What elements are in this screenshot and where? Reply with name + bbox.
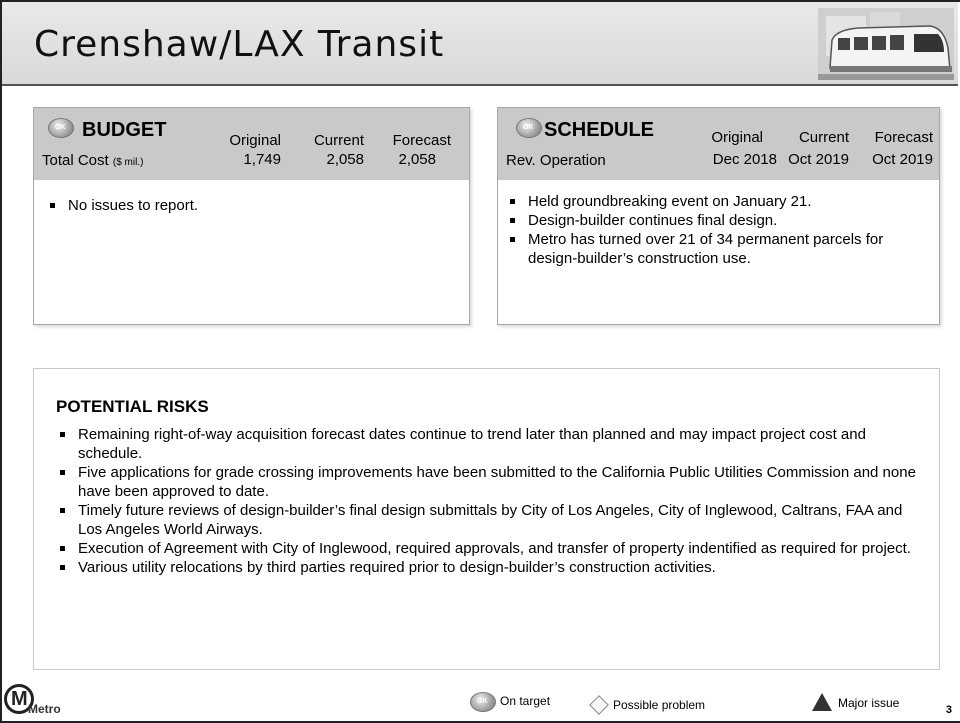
schedule-header: SCHEDULE Rev. Operation Original Current…: [498, 108, 939, 180]
budget-col-current: Current: [313, 132, 364, 149]
list-item: Five applications for grade crossing imp…: [56, 463, 916, 501]
metro-logo-text: Metro: [28, 702, 61, 716]
page-number: 3: [945, 704, 952, 716]
list-item: Remaining right-of-way acquisition forec…: [56, 425, 916, 463]
ok-status-icon: [516, 118, 542, 138]
schedule-panel: SCHEDULE Rev. Operation Original Current…: [497, 107, 940, 325]
list-item: Various utility relocations by third par…: [56, 558, 916, 577]
legend-on-target: On target: [500, 694, 551, 708]
legend-major-issue: Major issue: [838, 696, 900, 710]
budget-header: BUDGET Total Cost ($ mil.) Original Curr…: [34, 108, 469, 180]
budget-panel: BUDGET Total Cost ($ mil.) Original Curr…: [33, 107, 470, 325]
train-image: [818, 8, 954, 80]
major-issue-icon: [812, 693, 832, 711]
title-bar: Crenshaw/LAX Transit: [2, 2, 958, 86]
budget-row-label: Total Cost ($ mil.): [42, 152, 144, 169]
list-item: Held groundbreaking event on January 21.: [506, 192, 934, 211]
budget-val-original: 1,749: [243, 151, 281, 168]
budget-val-current: 2,058: [326, 151, 364, 168]
page-title: Crenshaw/LAX Transit: [34, 24, 445, 65]
list-item: Timely future reviews of design-builder’…: [56, 501, 916, 539]
risks-heading: POTENTIAL RISKS: [56, 397, 209, 416]
footer: M Metro On target Possible problem Major…: [0, 680, 960, 723]
list-item: Execution of Agreement with City of Ingl…: [56, 539, 916, 558]
schedule-col-current: Current: [798, 129, 849, 146]
on-target-icon: [470, 692, 496, 712]
possible-problem-icon: [589, 695, 609, 715]
legend-possible-problem: Possible problem: [613, 698, 706, 712]
list-item: Design-builder continues final design.: [506, 211, 934, 230]
schedule-val-original: Dec 2018: [712, 151, 777, 168]
budget-col-forecast: Forecast: [392, 132, 451, 149]
list-item: Metro has turned over 21 of 34 permanent…: [506, 230, 934, 268]
budget-col-original: Original: [229, 132, 281, 149]
schedule-bullets: Held groundbreaking event on January 21.…: [506, 192, 934, 268]
schedule-row-label: Rev. Operation: [506, 152, 606, 169]
budget-heading: BUDGET: [82, 119, 167, 141]
schedule-heading: SCHEDULE: [544, 119, 655, 141]
schedule-col-forecast: Forecast: [874, 129, 933, 146]
ok-status-icon: [48, 118, 74, 138]
list-item: No issues to report.: [46, 196, 456, 215]
risks-bullets: Remaining right-of-way acquisition forec…: [56, 425, 916, 577]
risks-panel: POTENTIAL RISKS Remaining right-of-way a…: [33, 368, 940, 670]
budget-bullets: No issues to report.: [46, 196, 456, 215]
schedule-val-current: Oct 2019: [788, 151, 849, 168]
schedule-col-original: Original: [711, 129, 763, 146]
budget-val-forecast: 2,058: [398, 151, 436, 168]
schedule-val-forecast: Oct 2019: [872, 151, 933, 168]
